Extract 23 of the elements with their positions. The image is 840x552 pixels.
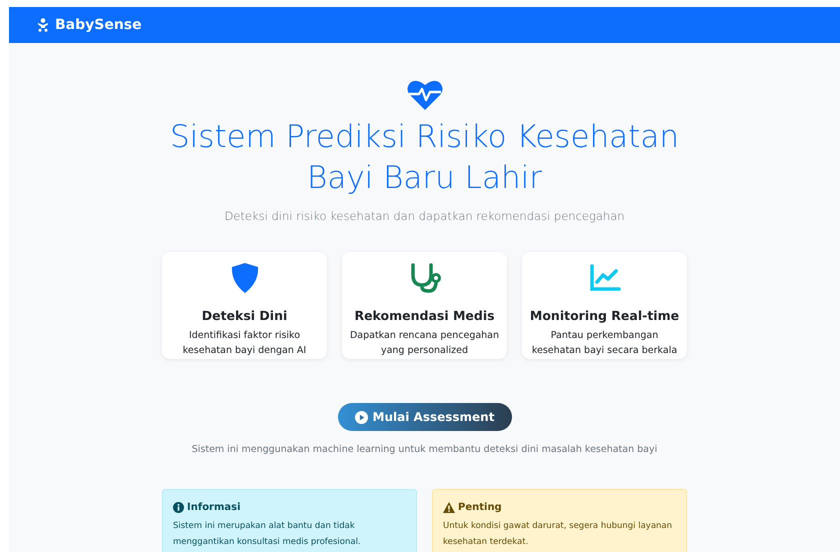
shield-icon [230,262,260,294]
system-note: Sistem ini menggunakan machine learning untuk membantu deteksi dini masalah kesehatan bayi [192,444,658,455]
heart-pulse-icon [406,79,442,111]
play-icon [354,410,368,424]
feature-description: Pantau perkembangan kesehatan bayi secara berkala [530,329,678,358]
line-chart-icon [588,264,620,292]
baby-icon [37,18,49,32]
alert-text: Sistem ini merupakan alat bantu dan tidak menggantikan konsultasi medis profesional. [173,520,362,549]
brand-name[interactable]: BabySense [55,17,142,33]
feature-description: Identifikasi faktor risiko kesehatan bayi dengan AI [182,329,308,358]
start-assessment-button[interactable]: Mulai Assessment [338,403,512,431]
feature-title: Rekomendasi Medis [354,308,495,323]
warning-icon [443,502,455,513]
feature-description: Dapatkan rencana pencegahan yang personalized [350,329,500,358]
hero-subtitle: Deteksi dini risiko kesehatan dan dapatkan rekomendasi pencegahan [224,209,625,223]
hero-title: Sistem Prediksi Risiko Kesehatan Bayi Baru Lahir [169,118,680,198]
alert-title: Penting [458,502,502,513]
feature-title: Monitoring Real-time [530,308,680,323]
alert-title: Informasi [187,502,241,513]
alert-text: Untuk kondisi gawat darurat, segera hubungi layanan kesehatan terdekat. [443,520,674,549]
feature-title: Deteksi Dini [202,308,288,323]
stethoscope-icon [408,263,440,293]
info-icon [173,502,184,513]
